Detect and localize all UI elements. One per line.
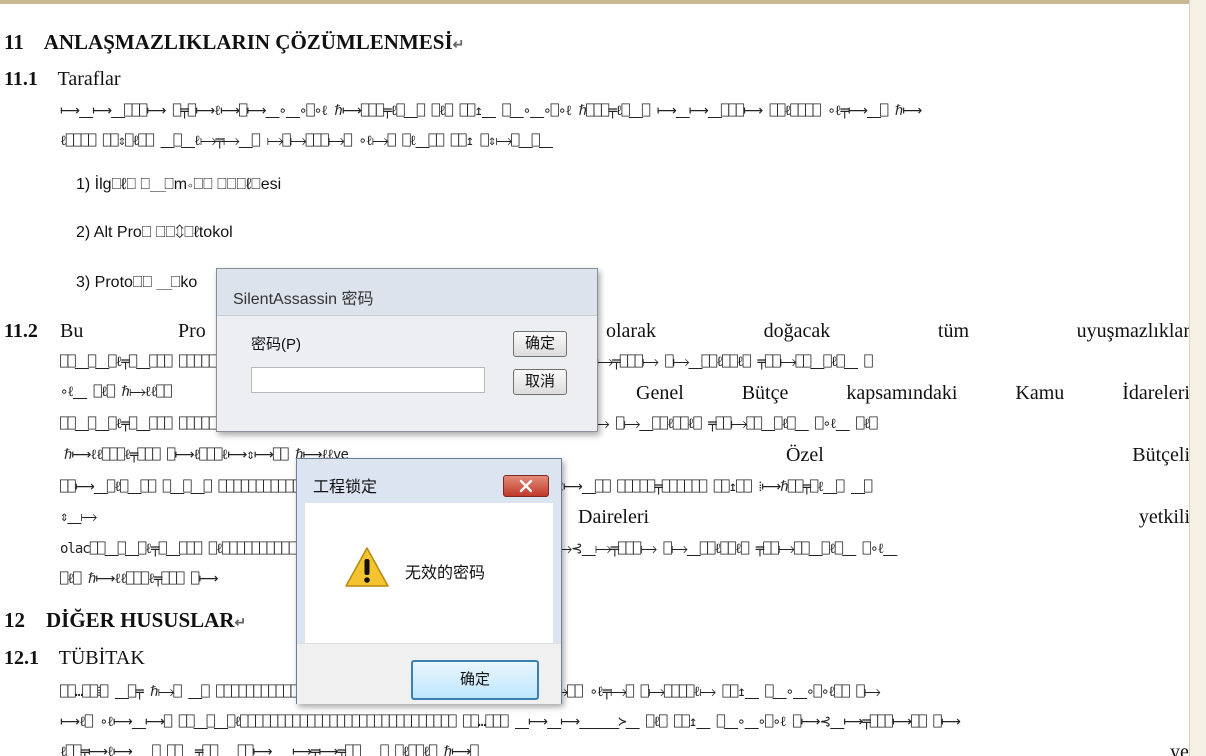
section-number: 11	[4, 30, 24, 54]
section-12-1-heading: 12.1 TÜBİTAK	[4, 647, 145, 670]
scroll-gutter[interactable]	[1189, 0, 1206, 756]
section-number: 12	[4, 608, 25, 632]
cancel-button[interactable]: 取消	[513, 369, 567, 395]
section-title: Taraflar	[57, 68, 121, 90]
word: uyuşmazlıklar	[1076, 320, 1190, 342]
word: Kamu	[1015, 382, 1065, 404]
paragraph-line: ℓ⎕⎕╤⟼ℓ⟼ ⎽⎕ ⎕⎕⎽╤⎕⎕ ⎽⎕⎕⟼ ⎽⟼╤⟼╤⎕⎕ ⎽⎕ ⎕ℓ⎕⎕ℓ⎕…	[60, 744, 479, 756]
section-11-heading: 11 ANLAŞMAZLIKLARIN ÇÖZÜMLENMESİ↵	[4, 30, 464, 55]
paragraph-line: ⟼ℓ⎕ ∘ℓ⟼⎽⟼⎕ ⎕⎕⎽⎕⎽⎕ℓ⎕⎕⎕⎕⎕⎕⎕⎕⎕⎕⎕⎕⎕⎕⎕⎕⎕⎕⎕⎕⎕⎕…	[60, 714, 961, 730]
password-label: 密码(P)	[251, 336, 301, 353]
word: Özel	[786, 444, 824, 466]
section-title: ANLAŞMAZLIKLARIN ÇÖZÜMLENMESİ	[43, 30, 453, 54]
word: olarak	[606, 320, 656, 342]
word: Bütçeli	[1132, 444, 1190, 466]
paragraph-mark: ↵	[234, 616, 247, 631]
word: Genel	[636, 382, 684, 404]
dialog-titlebar[interactable]: SilentAssassin 密码	[217, 269, 597, 316]
list-item: 1) İlg⎕ℓ⎕ ⎕⎽⎕m∘⎕⎕ ⎕⎕⎕ℓ⎕esi	[76, 176, 282, 193]
dialog-title: SilentAssassin 密码	[233, 291, 374, 308]
paragraph-line: ∘ℓ⎽ ⎕ℓ⎕ ℏ⟼ℓℓ⎕⎕	[60, 384, 172, 400]
word: yetkili	[1138, 506, 1190, 528]
list-item: 2) Alt Pro⎕ ⎕⎕⇕⎕ℓtokol	[76, 224, 233, 241]
paragraph-line: olarak doğacak tüm uyuşmazlıklar	[606, 320, 1190, 343]
paragraph-line: ⇕⎽⟼	[60, 509, 97, 525]
dialog-title: 工程锁定	[313, 479, 378, 496]
word: doğacak	[763, 320, 831, 342]
error-dialog: 工程锁定 无效的密码 确定	[296, 458, 562, 704]
section-11-1-heading: 11.1 Taraflar	[4, 68, 121, 91]
close-icon[interactable]	[503, 475, 549, 497]
paragraph-line: ⎕ℓ⎕ ℏ⟼ℓℓ⎕⎕⎕ℓ╤⎕⎕⎕ ⎕⟼	[60, 571, 219, 587]
warning-icon	[343, 545, 391, 589]
word: tüm	[937, 320, 970, 342]
paragraph-mark: ↵	[452, 38, 465, 53]
word: İdareleri	[1122, 382, 1190, 404]
section-12-heading: 12 DİĞER HUSUSLAR↵	[4, 608, 246, 633]
section-title: DİĞER HUSUSLAR	[46, 608, 235, 632]
password-input[interactable]	[251, 367, 485, 393]
paragraph-line: ℓ⎕⎕⎕⎕ ⎕⎕⇕⎕ℓ⎕⎕ ⎽⎕⎽ℓ⟼╤⟼⎽⎕ ⟼⎕⟼⎕⎕⎕⟼⎕ ∘ℓ⟼⎕ ⎕ℓ…	[60, 133, 553, 149]
paragraph-word: Pro	[178, 320, 206, 342]
paragraph-word: ye	[1170, 741, 1189, 756]
word: Bütçe	[741, 382, 789, 404]
ok-button[interactable]: 确定	[411, 660, 539, 700]
password-dialog: SilentAssassin 密码 密码(P) 确定 取消	[216, 268, 598, 432]
section-title: TÜBİTAK	[58, 647, 145, 669]
paragraph-line: Genel Bütçe kapsamındaki Kamu İdareleri	[636, 382, 1190, 405]
paragraph-line: ⟼⎽⟼⎽⎕⎕⎕⟼ ⎕╤⎕⟼ℓ⟼⎕⟼⎽∘⎽∘⎕∘ℓ ℏ⟼⎕⎕⎕╤ℓ⎕⎽⎕ ⎕ℓ⎕ …	[60, 103, 922, 119]
paragraph-word: Bu	[60, 320, 84, 342]
word: kapsamındaki	[846, 382, 958, 404]
section-11-2-number: 11.2	[4, 320, 38, 342]
error-message: 无效的密码	[405, 565, 486, 582]
paragraph-line: Daireleri yetkili	[578, 506, 1190, 529]
paragraph-line: Özel Bütçeli	[786, 444, 1190, 467]
dialog-body: 无效的密码	[305, 503, 553, 643]
section-number: 12.1	[4, 647, 39, 669]
list-item: 3) Proto⎕⎕ ⎽⎕ko	[76, 274, 198, 291]
ok-button[interactable]: 确定	[513, 331, 567, 357]
section-number: 11.1	[4, 68, 38, 90]
dialog-titlebar[interactable]: 工程锁定	[297, 459, 561, 503]
dialog-footer: 确定	[297, 643, 561, 704]
word: Daireleri	[578, 506, 650, 528]
